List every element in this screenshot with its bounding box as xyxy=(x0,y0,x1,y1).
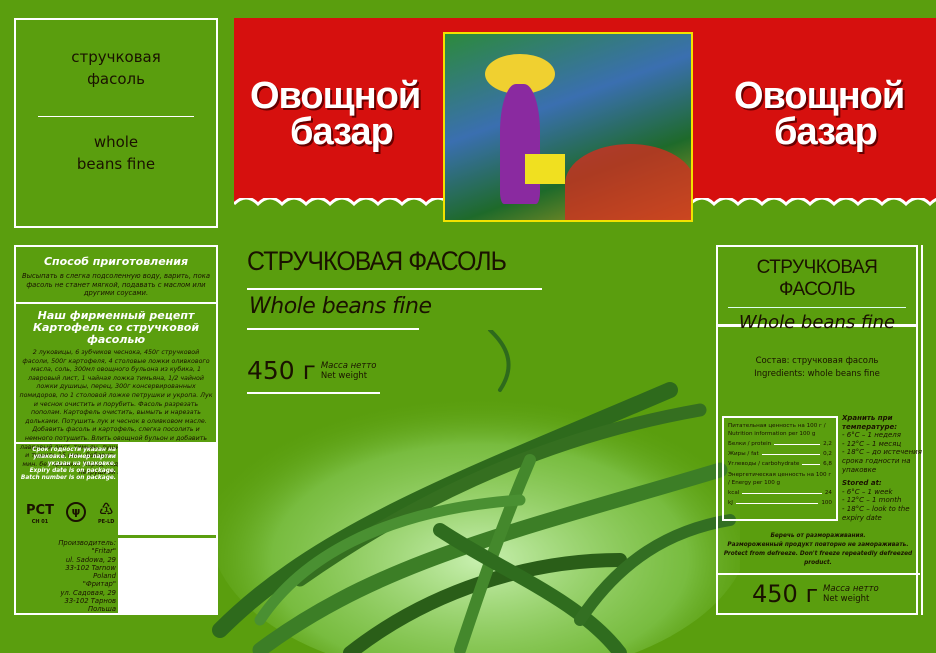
main-title-ru: СТРУЧКОВАЯ ФАСОЛЬ xyxy=(247,246,507,276)
certification-marks: РСТ CH 01 ψ ♳ PE-LD xyxy=(26,500,115,526)
storage-line: - 18°C – до истечения срока годности на … xyxy=(842,448,922,474)
title-box: СТРУЧКОВАЯ ФАСОЛЬ Whole beans fine xyxy=(718,247,916,333)
date-print-area xyxy=(118,443,216,535)
recipe-title: Картофель со стручковой фасолью xyxy=(32,321,200,346)
preparation-text: Высыпать в слегка подсоленную воду, вари… xyxy=(21,272,211,298)
storage-info: Хранить при температуре: - 6°C – 1 недел… xyxy=(842,414,922,522)
producer-line: 33-102 Tarnow xyxy=(65,563,116,572)
storage-line: - 12°C – 1 месяц xyxy=(842,439,902,448)
divider xyxy=(247,288,542,290)
weight-label-ru: Масса нетто xyxy=(823,584,879,594)
net-weight-right: 450 г Масса нетто Net weight xyxy=(752,580,879,608)
nutrition-row: Жиры / fat 0,2 xyxy=(728,450,832,458)
weight-value: 450 г xyxy=(752,580,819,608)
weight-value: 450 г xyxy=(247,356,316,385)
ukraine-quality-mark-icon: ψ xyxy=(65,502,86,525)
row-value: 6,8 xyxy=(823,461,832,467)
storage-line: - 6°C – 1 week xyxy=(842,487,893,496)
row-label: kcal xyxy=(728,490,740,496)
cert-label: PE-LD xyxy=(97,519,115,525)
producer-line: "Fritar" xyxy=(91,547,116,556)
net-weight: 450 г Масса нетто Net weight xyxy=(247,356,377,385)
ingredients-ru: Состав: стручковая фасоль xyxy=(755,356,879,366)
info-title-ru: СТРУЧКОВАЯ ФАСОЛЬ xyxy=(756,257,878,300)
cert-label: CH 01 xyxy=(31,519,49,525)
product-name-en: whole beans fine xyxy=(76,133,156,173)
recycle-icon: ♳ PE-LD xyxy=(97,500,115,526)
storage-line: - 12°C – 1 month xyxy=(842,496,902,505)
divider xyxy=(247,392,380,394)
warning-line: Размороженный продукт повторно не замора… xyxy=(727,542,909,548)
producer-line: ul. Sadowa, 29 xyxy=(65,555,116,564)
storage-line: - 18°C – look to the expiry date xyxy=(842,504,910,522)
preparation-heading: Способ приготовления xyxy=(43,255,189,268)
market-painting xyxy=(443,32,693,222)
nutrition-row: Углеводы / carbohydrate 6,8 xyxy=(728,460,832,468)
product-name-ru: стручковая фасоль xyxy=(71,48,161,88)
storage-heading-ru: Хранить при температуре: xyxy=(842,414,898,431)
warning-line: Беречь от размораживания. xyxy=(770,533,866,539)
expiry-ru: Срок годности указан на упаковке. Номер … xyxy=(32,447,116,467)
logo-line2: базар xyxy=(774,111,878,153)
freeze-warning: Беречь от размораживания. Размороженный п… xyxy=(718,532,918,568)
expiry-note: Срок годности указан на упаковке. Номер … xyxy=(20,447,116,482)
recipe-section: Наш фирменный рецепт Картофель со стручк… xyxy=(16,304,216,476)
rst-mark-icon: РСТ CH 01 xyxy=(26,503,54,525)
info-title-en: Whole beans fine xyxy=(738,312,896,333)
weight-label-en: Net weight xyxy=(320,370,368,381)
storage-heading-en: Stored at: xyxy=(842,479,882,488)
batch-print-area xyxy=(118,538,216,613)
nutrition-row: Белки / protein 2,2 xyxy=(728,440,832,448)
weight-label: Масса нетто Net weight xyxy=(321,361,377,381)
divider xyxy=(38,116,194,117)
row-value: 24 xyxy=(824,490,832,496)
weight-label-ru: Масса нетто xyxy=(320,360,377,371)
logo-line1: Овощной xyxy=(250,75,421,117)
divider xyxy=(716,573,920,575)
row-label: Белки / protein xyxy=(728,441,772,447)
row-value: 100 xyxy=(821,500,832,506)
weight-label-en: Net weight xyxy=(823,594,870,604)
row-label: kJ xyxy=(728,500,733,506)
energy-row: kcal 24 xyxy=(728,489,832,497)
weight-label: Масса нетто Net weight xyxy=(823,584,879,604)
logo-line1: Овощной xyxy=(734,75,905,117)
producer-line: 33-102 Тарнов xyxy=(64,597,116,606)
divider xyxy=(247,328,419,330)
producer-line: Poland xyxy=(93,572,116,581)
nutrition-table: Питательная ценность на 100 г / Nutritio… xyxy=(722,416,838,521)
row-label: Жиры / fat xyxy=(728,451,759,457)
producer-address: Производитель: "Fritar" ul. Sadowa, 29 33-1… xyxy=(20,539,116,614)
storage-line: - 6°C – 1 неделя xyxy=(842,431,901,440)
top-left-name-panel: стручковая фасоль whole beans fine xyxy=(14,18,218,228)
nutrition-heading: Питательная ценность на 100 г / Nutritio… xyxy=(728,423,826,437)
producer-line: Производитель: xyxy=(58,539,116,547)
row-value: 2,2 xyxy=(823,441,832,447)
row-value: 0,2 xyxy=(823,451,832,457)
logo-line2: базар xyxy=(290,111,394,153)
producer-line: Польша xyxy=(87,605,116,614)
producer-line: ул. Садовая, 29 xyxy=(60,588,116,597)
producer-line: "Фритар" xyxy=(82,580,116,589)
brand-logo-left: Овощной базар xyxy=(250,75,421,153)
ingredients: Состав: стручковая фасоль Ingredients: w… xyxy=(718,355,916,381)
warning-line: Protect from defreeze. Don't freeze repe… xyxy=(723,551,913,566)
ingredients-en: Ingredients: whole beans fine xyxy=(754,369,880,379)
brand-logo-right: Овощной базар xyxy=(734,75,905,153)
recipe-panel: Способ приготовления Высыпать в слегка п… xyxy=(14,245,218,615)
preparation-section: Способ приготовления Высыпать в слегка п… xyxy=(16,247,216,304)
row-label: Углеводы / carbohydrate xyxy=(728,461,800,467)
energy-heading: Энергетическая ценность на 100 г / Energ… xyxy=(728,472,832,486)
energy-row: kJ 100 xyxy=(728,499,832,507)
main-title-en: Whole beans fine xyxy=(249,294,432,319)
expiry-en: Expiry date is on package. Batch number … xyxy=(20,468,116,481)
